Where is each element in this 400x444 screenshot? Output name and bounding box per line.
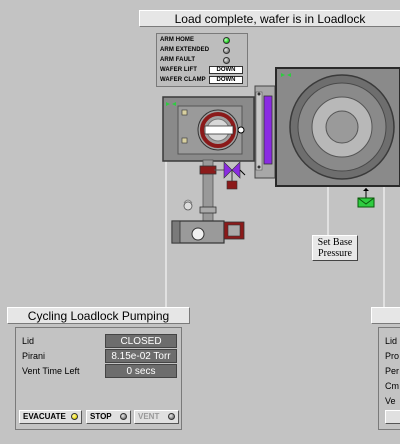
set-base-pressure-line1: Set Base: [317, 237, 353, 248]
stop-button-label: STOP: [90, 412, 112, 421]
vent-button[interactable]: VENT: [134, 410, 179, 424]
roughing-valve: [199, 165, 217, 175]
set-base-pressure-line2: Pressure: [318, 248, 352, 259]
chamber-evacuate-button[interactable]: [385, 410, 400, 424]
pirani-label: Pirani: [22, 351, 46, 361]
green-envelope-icon[interactable]: [357, 188, 375, 208]
evacuate-indicator: [71, 413, 78, 420]
chamber-lid-label: Lid: [385, 336, 398, 346]
lid-label: Lid: [22, 336, 35, 346]
stop-button[interactable]: STOP: [86, 410, 131, 424]
loadlock-chamber[interactable]: [162, 96, 255, 162]
chamber-ve-label: Ve: [385, 396, 396, 406]
loadlock-panel-title: Cycling Loadlock Pumping: [7, 307, 190, 324]
lid-value: CLOSED: [105, 334, 177, 348]
chamber-panel-title: [371, 307, 400, 324]
purple-window: [263, 95, 273, 165]
chamber-cm-label: Cm: [385, 381, 399, 391]
chamber-pro-label: Pro: [385, 351, 400, 361]
vent-time-label: Vent Time Left: [22, 366, 80, 376]
purple-valve-icon[interactable]: [214, 161, 246, 190]
pirani-value: 8.15e-02 Torr: [105, 349, 177, 363]
loadlock-panel: Lid CLOSED Pirani 8.15e-02 Torr Vent Tim…: [15, 327, 182, 430]
chamber-per-label: Per: [385, 366, 400, 376]
evacuate-button-label: EVACUATE: [23, 412, 66, 421]
vent-button-label: VENT: [138, 412, 160, 421]
vent-time-value: 0 secs: [105, 364, 177, 378]
vent-indicator: [168, 413, 175, 420]
set-base-pressure-button[interactable]: Set Base Pressure: [312, 235, 358, 261]
process-chamber[interactable]: [275, 67, 400, 187]
chamber-panel: Lid Pro Per Cm Ve: [378, 327, 400, 430]
slit-valve[interactable]: [254, 85, 276, 179]
evacuate-button[interactable]: EVACUATE: [19, 410, 82, 424]
loadlock-panel-title-text: Cycling Loadlock Pumping: [27, 309, 170, 323]
pumping-line: [199, 159, 217, 223]
stop-indicator: [120, 413, 127, 420]
